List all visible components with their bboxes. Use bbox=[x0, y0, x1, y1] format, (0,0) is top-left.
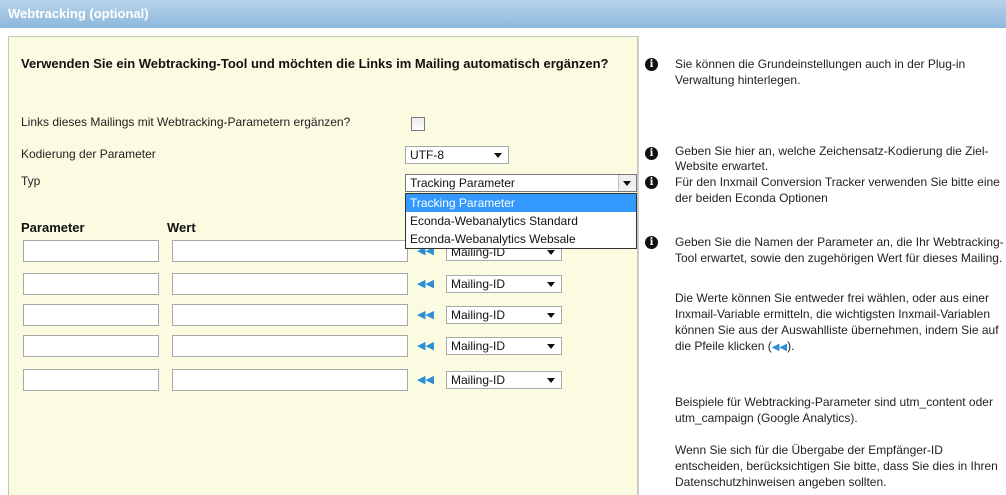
chevron-down-icon bbox=[547, 250, 555, 255]
chevron-down-icon bbox=[494, 153, 502, 158]
value-input[interactable] bbox=[172, 304, 408, 326]
help-panel: i Sie können die Grundeinstellungen auch… bbox=[638, 36, 1006, 495]
variable-select[interactable]: Mailing-ID bbox=[446, 371, 562, 389]
variable-select[interactable]: Mailing-ID bbox=[446, 306, 562, 324]
insert-variable-arrow-icon[interactable]: ◀◀ bbox=[417, 309, 435, 321]
insert-variable-arrow-icon[interactable]: ◀◀ bbox=[417, 278, 435, 290]
value-input[interactable] bbox=[172, 240, 408, 262]
help-tip-parameters: Geben Sie die Namen der Parameter an, di… bbox=[675, 235, 1004, 265]
parameter-input[interactable] bbox=[23, 240, 159, 262]
info-icon: i bbox=[645, 176, 658, 189]
checkbox-label: Links dieses Mailings mit Webtracking-Pa… bbox=[21, 115, 351, 129]
help-tip-examples: Beispiele für Webtracking-Parameter sind… bbox=[675, 395, 993, 425]
question-heading: Verwenden Sie ein Webtracking-Tool und m… bbox=[21, 56, 609, 71]
encoding-label: Kodierung der Parameter bbox=[21, 147, 156, 161]
help-tip-encoding: Geben Sie hier an, welche Zeichensatz-Ko… bbox=[675, 144, 989, 173]
type-option[interactable]: Econda-Webanalytics Websale bbox=[406, 230, 636, 248]
info-icon: i bbox=[645, 147, 658, 160]
insert-variable-arrow-icon[interactable]: ◀◀ bbox=[417, 374, 435, 386]
webtracking-checkbox[interactable] bbox=[411, 117, 425, 131]
type-dropdown-list: Tracking Parameter Econda-Webanalytics S… bbox=[405, 193, 637, 249]
value-column-header: Wert bbox=[167, 220, 196, 235]
section-title: Webtracking (optional) bbox=[8, 6, 149, 21]
chevron-down-icon bbox=[547, 344, 555, 349]
encoding-value: UTF-8 bbox=[410, 148, 444, 162]
help-tip-values: Die Werte können Sie entweder frei wähle… bbox=[675, 291, 999, 353]
insert-variable-arrow-icon[interactable]: ◀◀ bbox=[417, 340, 435, 352]
type-value: Tracking Parameter bbox=[410, 176, 515, 190]
parameter-input[interactable] bbox=[23, 335, 159, 357]
parameter-column-header: Parameter bbox=[21, 220, 85, 235]
chevron-down-icon bbox=[547, 313, 555, 318]
parameter-input[interactable] bbox=[23, 369, 159, 391]
chevron-down-icon bbox=[623, 181, 631, 186]
insert-variable-arrow-icon: ◀◀ bbox=[771, 342, 788, 353]
webtracking-form: Verwenden Sie ein Webtracking-Tool und m… bbox=[8, 36, 638, 495]
parameter-input[interactable] bbox=[23, 273, 159, 295]
info-icon: i bbox=[645, 58, 658, 71]
encoding-select[interactable]: UTF-8 bbox=[405, 146, 509, 164]
value-input[interactable] bbox=[172, 369, 408, 391]
type-select[interactable]: Tracking Parameter bbox=[405, 174, 637, 192]
value-input[interactable] bbox=[172, 273, 408, 295]
variable-value: Mailing-ID bbox=[451, 277, 506, 291]
variable-select[interactable]: Mailing-ID bbox=[446, 337, 562, 355]
variable-value: Mailing-ID bbox=[451, 373, 506, 387]
chevron-down-icon bbox=[547, 282, 555, 287]
parameter-input[interactable] bbox=[23, 304, 159, 326]
variable-value: Mailing-ID bbox=[451, 308, 506, 322]
value-input[interactable] bbox=[172, 335, 408, 357]
help-tip-type: Für den Inxmail Conversion Tracker verwe… bbox=[675, 175, 1000, 205]
variable-select[interactable]: Mailing-ID bbox=[446, 275, 562, 293]
help-tip-privacy: Wenn Sie sich für die Übergabe der Empfä… bbox=[675, 443, 998, 489]
type-option[interactable]: Tracking Parameter bbox=[406, 194, 636, 212]
chevron-down-icon bbox=[547, 378, 555, 383]
variable-value: Mailing-ID bbox=[451, 339, 506, 353]
type-label: Typ bbox=[21, 174, 41, 188]
dropdown-button[interactable] bbox=[618, 175, 636, 191]
section-title-bar: Webtracking (optional) bbox=[0, 0, 1006, 28]
info-icon: i bbox=[645, 236, 658, 249]
help-tip-settings: Sie können die Grundeinstellungen auch i… bbox=[675, 57, 966, 87]
type-option[interactable]: Econda-Webanalytics Standard bbox=[406, 212, 636, 230]
